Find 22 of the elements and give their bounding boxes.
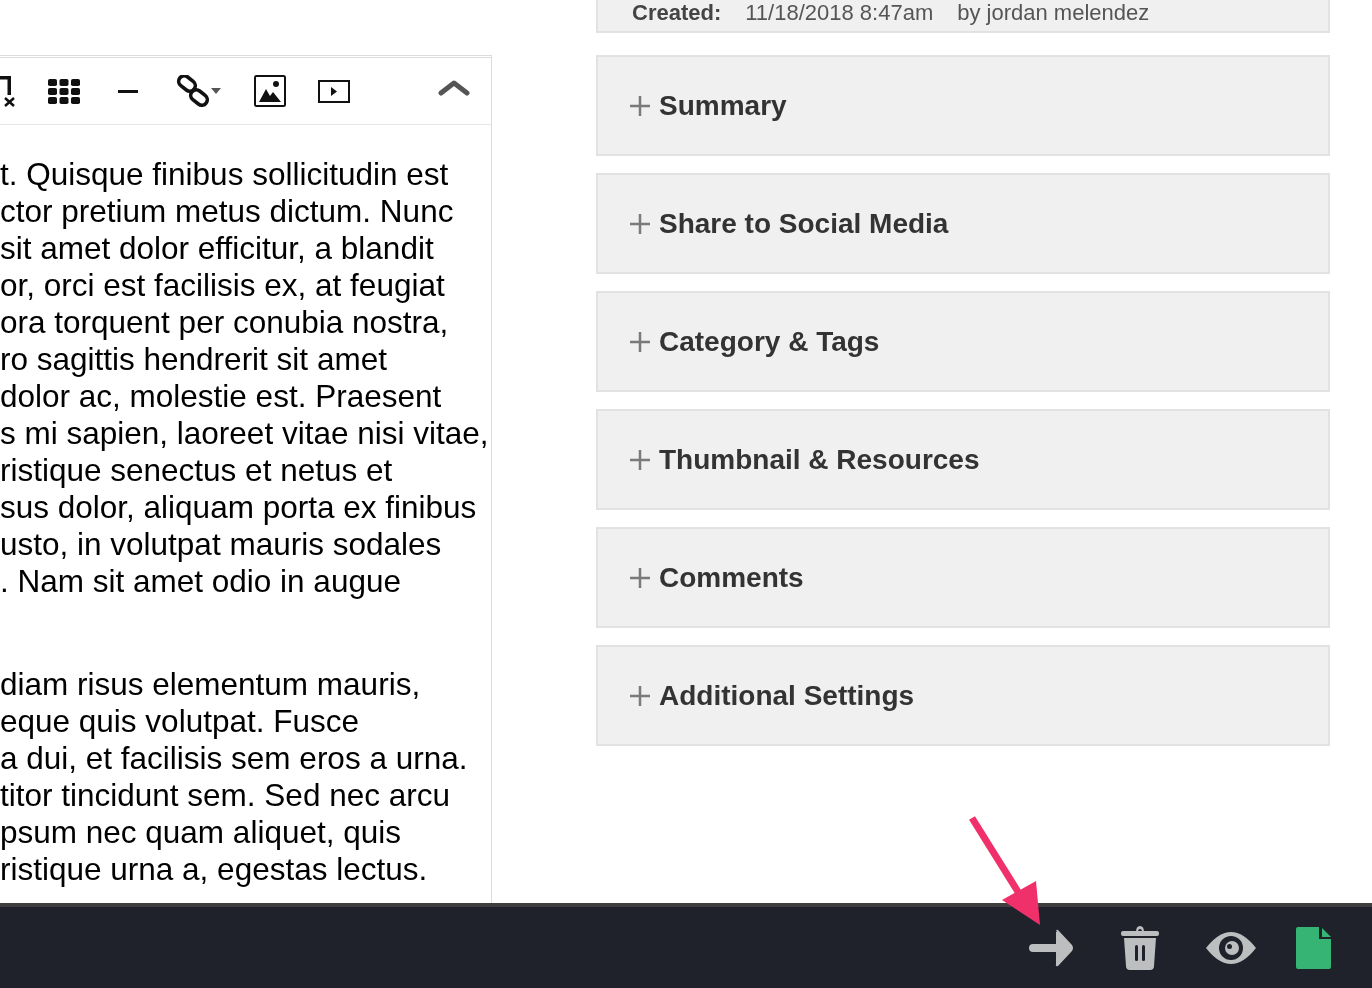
chevron-up-icon[interactable] — [438, 80, 470, 96]
body-paragraph: t. Quisque finibus sollicitudin est ctor pretium metus dictum. Nunc sit amet dolor efficitur, a blandit or, orci est facilisis ex, at feugiat ora torquent per conubia nostra, ro sagittis hendrerit sit amet dolor ac, molestie est. Praesent s mi sapien, laoreet vitae nisi vitae, ristique senectus et netus et sus dolor, aliquam porta ex finibus usto, in volutpat mauris sodales . Nam sit amet odio in augue — [0, 156, 490, 600]
body-paragraph: diam risus elementum mauris, eque quis volutpat. Fusce a dui, et facilisis sem eros a urna. titor tincidunt sem. Sed nec arcu psum nec quam aliquet, quis ristique urna a, egestas lectus. — [0, 666, 469, 888]
horizontal-line-icon[interactable] — [118, 89, 138, 93]
section-header[interactable]: Summary — [596, 55, 1330, 156]
image-icon[interactable] — [254, 75, 286, 107]
section-header[interactable]: Thumbnail & Resources — [596, 409, 1330, 510]
author-text: by jordan melendez — [957, 0, 1150, 26]
created-date: 11/18/2018 8:47am — [745, 0, 934, 26]
document-icon[interactable] — [1296, 926, 1331, 969]
table-grid-icon[interactable] — [48, 78, 80, 104]
section-header[interactable]: Additional Settings — [596, 645, 1330, 746]
created-label: Created: — [632, 0, 722, 26]
media-icon[interactable] — [318, 79, 350, 103]
section-header[interactable]: Share to Social Media — [596, 173, 1330, 274]
link-icon[interactable] — [176, 75, 210, 107]
trash-icon[interactable] — [1121, 925, 1159, 970]
arrow-right-icon[interactable] — [1029, 928, 1074, 967]
section-header[interactable]: Category & Tags — [596, 291, 1330, 392]
caret-icon[interactable] — [211, 88, 221, 94]
clear-format-icon[interactable] — [0, 75, 16, 107]
section-header[interactable]: Comments — [596, 527, 1330, 628]
